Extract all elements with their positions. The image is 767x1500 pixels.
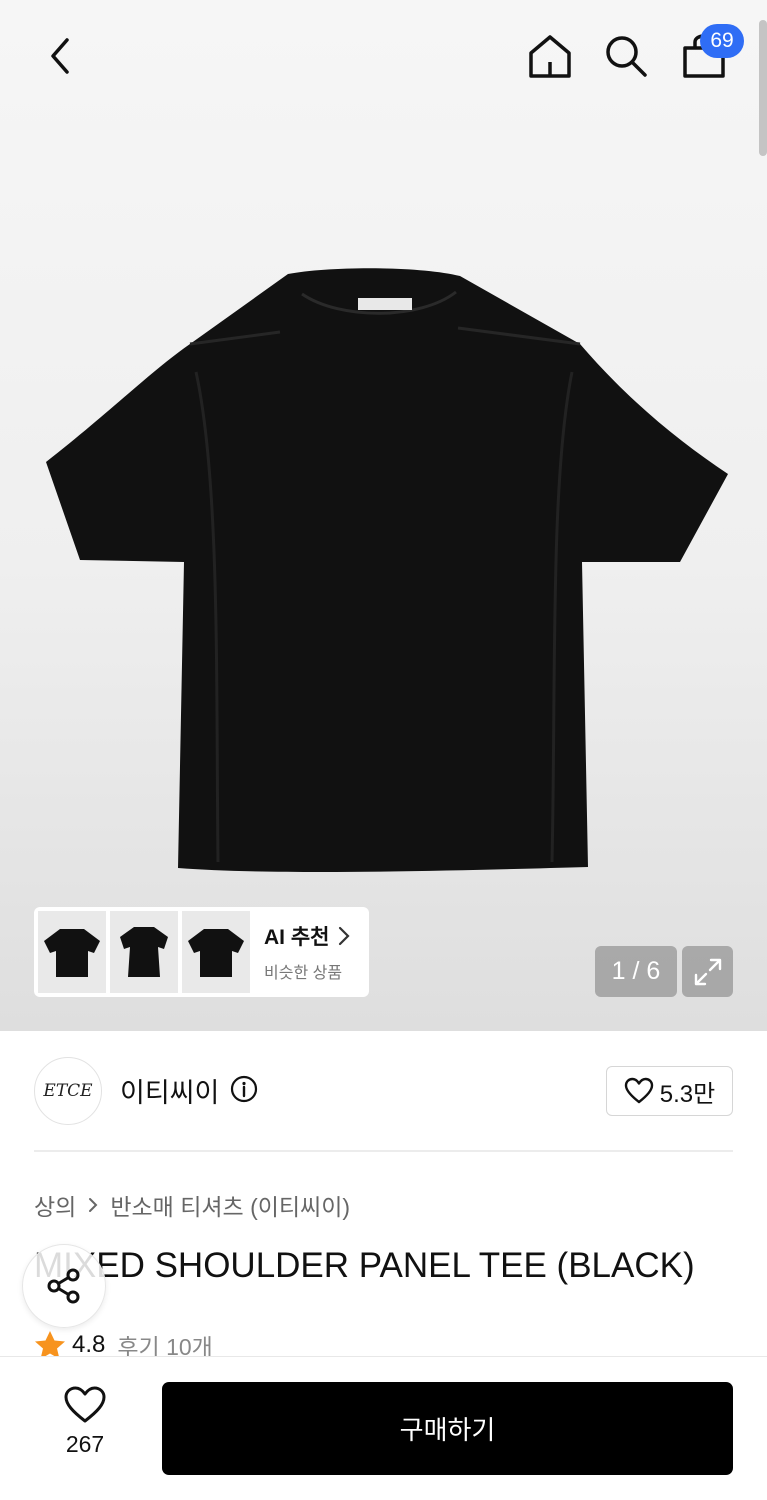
- share-button[interactable]: [22, 1244, 106, 1328]
- ai-recommendation-strip[interactable]: AI 추천 비슷한 상품: [34, 907, 369, 997]
- ai-recommendation-link[interactable]: AI 추천 비슷한 상품: [264, 921, 353, 983]
- heart-icon: [64, 1386, 106, 1423]
- recommended-thumbnail[interactable]: [182, 911, 250, 993]
- tshirt-thumbnail-image: [120, 927, 168, 977]
- product-gallery[interactable]: 69 AI 추천 비슷한 상품 1 / 6: [0, 0, 767, 1031]
- home-icon: [529, 35, 571, 78]
- brand-name[interactable]: 이티씨이: [120, 1071, 219, 1110]
- back-button[interactable]: [34, 30, 86, 82]
- home-button[interactable]: [522, 28, 578, 84]
- cart-count-badge: 69: [700, 24, 744, 58]
- image-counter: 1 / 6: [595, 946, 677, 997]
- bottom-action-bar: 267 구매하기: [0, 1356, 767, 1500]
- chevron-right-icon: [89, 1198, 98, 1212]
- product-image: [46, 268, 728, 872]
- brand-row: ETCE 이티씨이 5.3만: [34, 1057, 734, 1125]
- back-icon: [51, 38, 69, 74]
- expand-image-button[interactable]: [682, 946, 733, 997]
- breadcrumb: 상의 반소매 티셔츠 (이티씨이): [34, 1189, 350, 1221]
- info-icon[interactable]: [230, 1075, 258, 1103]
- buy-button[interactable]: 구매하기: [162, 1382, 733, 1475]
- product-title: MIXED SHOULDER PANEL TEE (BLACK): [34, 1246, 695, 1285]
- breadcrumb-category[interactable]: 상의: [34, 1188, 76, 1222]
- wishlist-button[interactable]: 267: [40, 1385, 130, 1475]
- expand-icon: [694, 958, 721, 985]
- search-button[interactable]: [598, 28, 654, 84]
- recommended-thumbnail[interactable]: [110, 911, 178, 993]
- brand-logo[interactable]: ETCE: [34, 1057, 102, 1125]
- recommended-thumbnail[interactable]: [38, 911, 106, 993]
- divider: [34, 1150, 733, 1152]
- top-navigation: 69: [0, 0, 767, 112]
- wishlist-count: 267: [65, 1431, 105, 1457]
- ai-recommendation-title-row: AI 추천: [264, 921, 353, 951]
- tshirt-thumbnail-image: [44, 929, 100, 977]
- search-icon: [606, 36, 647, 77]
- brand-like-count: 5.3만: [659, 1080, 716, 1108]
- share-icon: [47, 1268, 80, 1304]
- brand-like-button[interactable]: 5.3만: [606, 1066, 733, 1116]
- ai-recommendation-title: AI 추천: [264, 926, 330, 949]
- chevron-right-icon: [339, 926, 351, 946]
- heart-icon: [624, 1077, 653, 1104]
- rating-score: 4.8: [72, 1331, 106, 1358]
- tshirt-thumbnail-image: [188, 929, 244, 977]
- breadcrumb-subcategory[interactable]: 반소매 티셔츠 (이티씨이): [110, 1188, 350, 1222]
- ai-recommendation-subtitle: 비슷한 상품: [264, 965, 343, 982]
